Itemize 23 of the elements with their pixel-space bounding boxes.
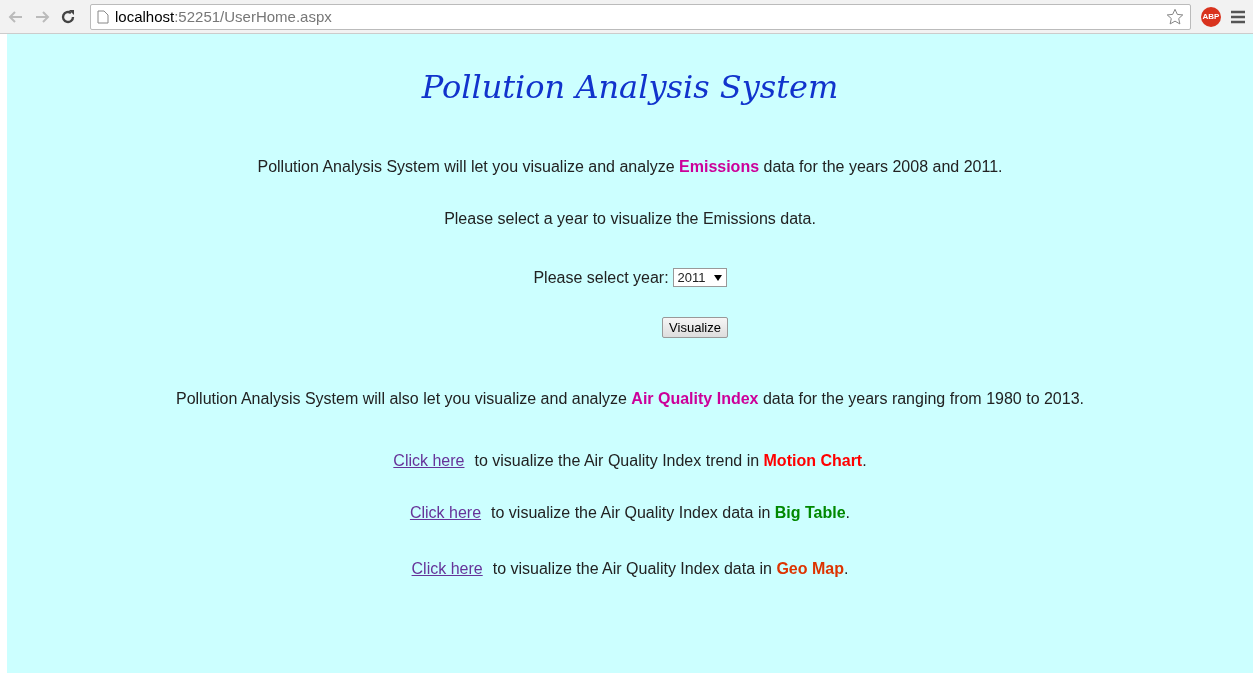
link-description: to visualize the Air Quality Index trend in Motion Chart. [474, 452, 867, 470]
back-icon[interactable] [8, 8, 24, 25]
url-text: localhost:52251/UserHome.aspx [115, 8, 333, 25]
year-dropdown[interactable]: 2011 [672, 268, 727, 287]
link-description: to visualize the Air Quality Index data in Big Table. [491, 504, 851, 522]
aqi-intro-text: Pollution Analysis System will also let you visualize and analyze Air Quality Index data for the years ranging from 1980 to 2013. [176, 390, 1084, 408]
intro-text: Pollution Analysis System will let you visualize and analyze Emissions data for the years 2008 and 2011. [257, 158, 1003, 176]
prompt-text: Please select a year to visualize the Emissions data. [444, 210, 816, 228]
address-bar[interactable]: localhost:52251/UserHome.aspx [90, 3, 1191, 30]
menu-icon[interactable] [1231, 9, 1245, 24]
reload-icon[interactable] [60, 8, 76, 25]
visualize-button[interactable]: Visualize [662, 317, 728, 338]
adblock-badge[interactable]: ABP [1201, 6, 1221, 27]
forward-icon[interactable] [34, 8, 50, 25]
dropdown-arrow-icon [713, 274, 722, 281]
click-here-link[interactable]: Click here [393, 452, 465, 470]
page-icon [97, 9, 109, 24]
link-description: to visualize the Air Quality Index data in Geo Map. [492, 560, 849, 578]
click-here-link[interactable]: Click here [409, 504, 482, 522]
star-icon[interactable] [1166, 7, 1184, 26]
page-title: Pollution Analysis System [421, 68, 839, 106]
year-label: Please select year: [533, 268, 669, 287]
click-here-link[interactable]: Click here [411, 560, 483, 578]
